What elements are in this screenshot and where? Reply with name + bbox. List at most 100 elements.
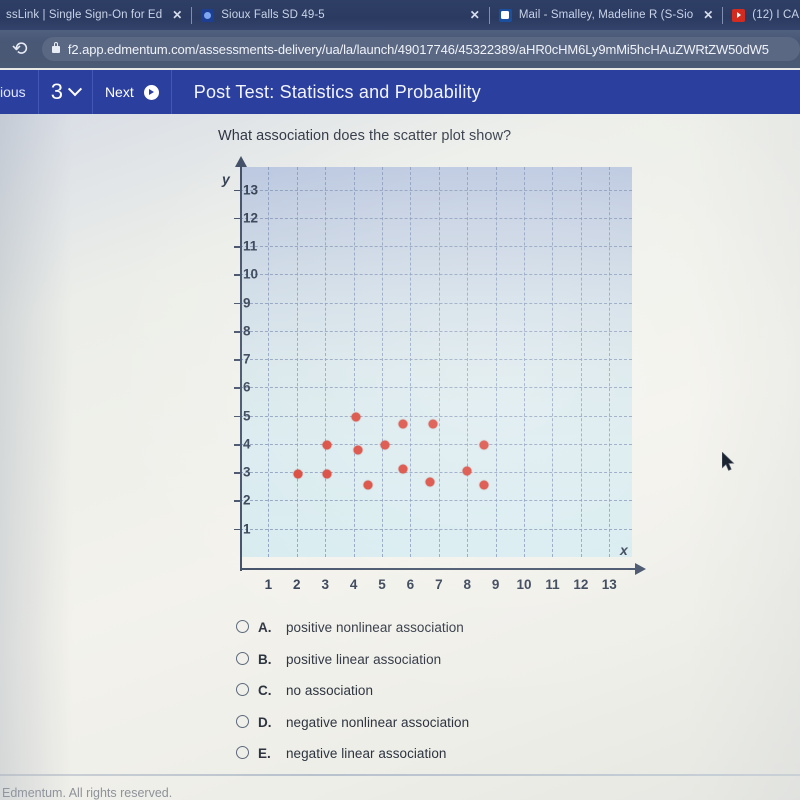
gridline-horizontal (240, 302, 632, 304)
y-axis-tick (234, 528, 242, 531)
gridline-vertical (495, 167, 497, 557)
gridline-horizontal (240, 189, 632, 191)
answer-option-b[interactable]: B. positive linear association (236, 651, 566, 683)
data-point (479, 480, 489, 490)
x-axis-line (240, 568, 638, 571)
url-input[interactable]: f2.app.edmentum.com/assessments-delivery… (41, 37, 800, 61)
tab-title: Sioux Falls SD 49-5 (221, 9, 325, 21)
radio-button[interactable] (236, 714, 249, 728)
next-button[interactable]: Next (93, 70, 172, 114)
x-axis-tick-label: 10 (516, 577, 532, 592)
browser-tab-strip: ssLink | Single Sign-On for Ed ✕ Sioux F… (0, 0, 800, 30)
youtube-icon (732, 8, 746, 22)
next-label: Next (104, 84, 134, 100)
gridline-vertical (382, 167, 384, 557)
close-icon[interactable]: ✕ (703, 8, 713, 22)
data-point (380, 440, 390, 450)
y-axis-tick (234, 217, 242, 220)
answer-option-c[interactable]: C. no association (236, 682, 566, 714)
answer-option-letter: C. (258, 683, 272, 698)
data-point (428, 419, 438, 429)
browser-tab-classlink[interactable]: ssLink | Single Sign-On for Ed ✕ (0, 0, 188, 30)
gridline-horizontal (240, 387, 632, 389)
data-point (353, 445, 363, 455)
browser-address-bar: ⟳ f2.app.edmentum.com/assessments-delive… (0, 30, 800, 68)
outlook-icon (498, 8, 512, 22)
radio-button[interactable] (236, 683, 249, 696)
y-axis-tick (234, 274, 242, 276)
footer-divider (0, 774, 800, 776)
data-point (425, 477, 435, 487)
x-axis-tick-label: 8 (463, 577, 471, 592)
gridline-horizontal (240, 217, 632, 219)
question-number-dropdown[interactable]: 3 (39, 70, 93, 114)
gridline-horizontal (240, 443, 632, 445)
data-point (322, 469, 332, 479)
y-axis-tick-label: 7 (243, 351, 251, 367)
circle-arrow-right-icon (143, 84, 159, 100)
answer-option-letter: D. (258, 714, 272, 730)
x-axis-tick-label: 1 (264, 577, 273, 592)
data-point (462, 466, 472, 476)
assessment-page: What association does the scatter plot s… (0, 114, 800, 800)
assessment-title: Post Test: Statistics and Probability (172, 70, 481, 114)
data-point (363, 480, 373, 490)
gridline-horizontal (240, 528, 632, 530)
x-axis-tick-label: 9 (491, 577, 500, 592)
y-axis-tick-label: 10 (243, 266, 259, 282)
browser-tab-sioux-falls[interactable]: Sioux Falls SD 49-5 ✕ (195, 0, 486, 30)
lock-icon (51, 41, 60, 53)
tab-divider (191, 6, 193, 24)
gridline-vertical (353, 167, 355, 557)
radio-button[interactable] (236, 620, 249, 633)
x-axis-tick-label: 5 (378, 577, 386, 592)
url-text: f2.app.edmentum.com/assessments-delivery… (67, 41, 769, 57)
data-point (351, 412, 361, 422)
tab-divider (722, 6, 724, 24)
radio-button[interactable] (236, 651, 249, 665)
gridline-horizontal (240, 500, 632, 502)
gridline-vertical (438, 167, 440, 557)
data-point (398, 464, 408, 474)
previous-button[interactable]: ious (0, 70, 39, 114)
gridline-vertical (524, 167, 526, 557)
y-axis-tick (234, 415, 242, 418)
gridline-horizontal (240, 274, 632, 276)
x-axis-tick-label: 7 (435, 577, 443, 592)
y-axis-tick-label: 11 (243, 238, 258, 254)
x-axis-title: x (620, 542, 628, 558)
answer-option-e[interactable]: E. negative linear association (236, 745, 566, 777)
data-point (479, 440, 489, 450)
reload-icon[interactable]: ⟳ (12, 39, 28, 60)
browser-window: ssLink | Single Sign-On for Ed ✕ Sioux F… (0, 0, 800, 800)
radio-button[interactable] (236, 746, 249, 759)
gridline-vertical (410, 167, 412, 557)
y-axis-tick-label: 5 (243, 408, 251, 424)
answer-option-d[interactable]: D. negative nonlinear association (236, 714, 566, 746)
browser-tab-outlook-mail[interactable]: Mail - Smalley, Madeline R (S-Sio ✕ (493, 0, 719, 30)
y-axis-tick-label: 13 (243, 182, 259, 198)
gridline-vertical (580, 167, 582, 557)
close-icon[interactable]: ✕ (470, 8, 480, 22)
y-axis-tick-label: 12 (243, 210, 259, 226)
x-axis-tick-label: 3 (321, 577, 329, 592)
scatter-plot: y x 1 2 3 4 5 6 7 8 9 10 11 12 13 1 2 3 4 5 6 7 8 9 10 11 12 13 (222, 156, 646, 592)
y-axis-tick-label: 3 (243, 464, 251, 480)
gridline-horizontal (240, 330, 632, 332)
answer-option-label: negative linear association (286, 746, 447, 761)
y-axis-tick (234, 443, 242, 446)
y-axis-tick (234, 189, 242, 192)
assessment-toolbar: ious 3 Next Post Test: Statistics and Pr… (0, 70, 800, 114)
y-axis-tick (234, 302, 242, 305)
answer-option-label: positive nonlinear association (286, 620, 464, 635)
y-axis-tick (234, 330, 242, 333)
gridline-horizontal (240, 246, 632, 248)
y-axis-tick-label: 9 (243, 295, 251, 311)
data-point (293, 469, 303, 479)
question-prompt: What association does the scatter plot s… (218, 128, 512, 144)
answer-option-a[interactable]: A. positive nonlinear association (236, 619, 566, 651)
y-axis-tick (234, 472, 242, 474)
close-icon[interactable]: ✕ (172, 8, 182, 22)
browser-tab-youtube[interactable]: (12) I CAN FINALLY TAL (726, 0, 800, 30)
gridline-vertical (609, 167, 611, 557)
